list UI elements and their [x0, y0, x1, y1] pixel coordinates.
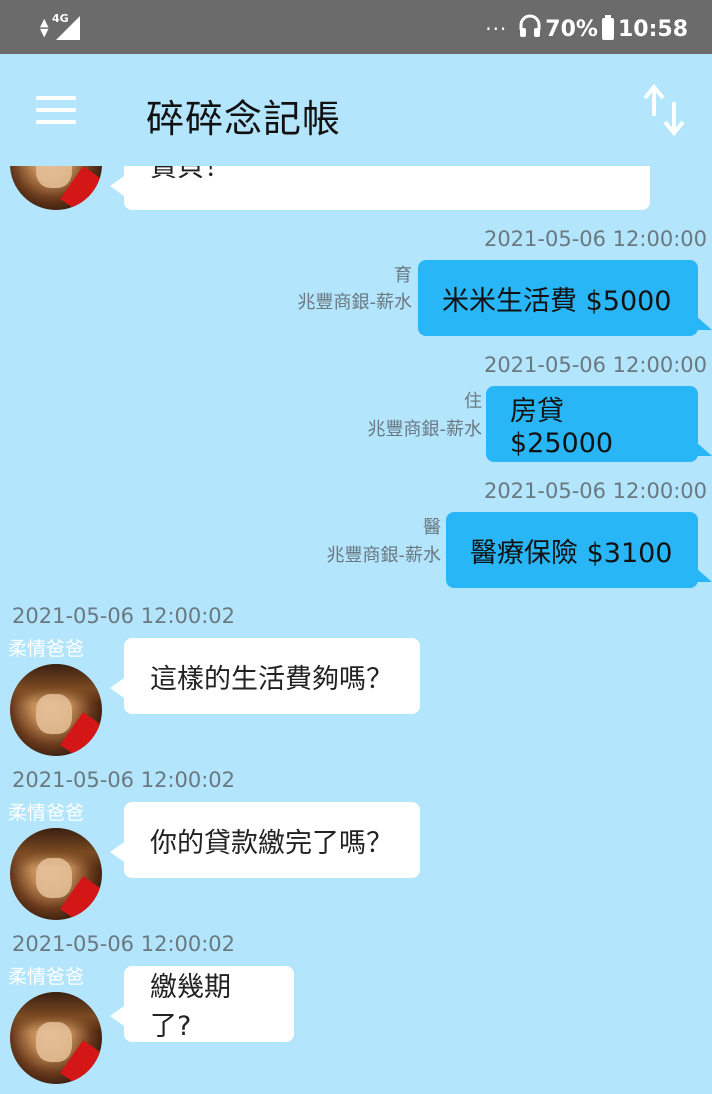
avatar[interactable]	[10, 166, 102, 210]
chat-list[interactable]: 貸貝！ 2021-05-06 12:00:00 育 兆豐商銀-薪水 米米生活費 …	[0, 166, 712, 1094]
sender-name: 柔情爸爸	[8, 966, 85, 988]
battery-icon	[601, 15, 614, 40]
message-category: 住	[464, 391, 482, 412]
clock: 10:58	[617, 16, 688, 42]
message-category: 醫	[423, 517, 441, 538]
app-bar: 碎碎念記帳	[0, 54, 712, 166]
message-timestamp: 2021-05-06 12:00:02	[12, 768, 236, 792]
message-category: 育	[394, 265, 412, 286]
message-timestamp: 2021-05-06 12:00:00	[483, 227, 707, 251]
sort-arrows-icon[interactable]	[642, 83, 686, 137]
message-bubble-incoming[interactable]: 你的貸款繳完了嗎？	[110, 802, 420, 878]
message-account: 兆豐商銀-薪水	[367, 419, 483, 440]
message-account: 兆豐商銀-薪水	[326, 545, 442, 566]
message-text: 貸貝！	[150, 166, 231, 183]
avatar[interactable]	[10, 992, 102, 1084]
status-bar: ▲ ▼ 4G ··· 70% 10:58	[0, 0, 712, 54]
message-timestamp: 2021-05-06 12:00:02	[12, 932, 236, 956]
network-type-label: 4G	[52, 12, 69, 25]
sender-name: 柔情爸爸	[8, 638, 85, 660]
message-text: 你的貸款繳完了嗎？	[150, 827, 393, 859]
headphones-icon	[519, 14, 541, 44]
message-timestamp: 2021-05-06 12:00:00	[483, 353, 707, 377]
message-bubble-outgoing[interactable]: 房貸 $25000	[486, 386, 712, 462]
message-timestamp: 2021-05-06 12:00:00	[483, 479, 707, 503]
sender-name: 柔情爸爸	[8, 802, 85, 824]
message-text: 房貸 $25000	[510, 396, 614, 459]
message-text: 醫療保險 $3100	[470, 537, 673, 569]
signal-icon: ▲ ▼ 4G	[40, 12, 82, 40]
avatar[interactable]	[10, 828, 102, 920]
more-notifications-icon: ···	[485, 17, 508, 41]
message-account: 兆豐商銀-薪水	[297, 292, 413, 313]
message-timestamp: 2021-05-06 12:00:02	[12, 604, 236, 628]
message-bubble-outgoing[interactable]: 醫療保險 $3100	[446, 512, 712, 588]
message-bubble-outgoing[interactable]: 米米生活費 $5000	[418, 260, 712, 336]
hamburger-menu-icon[interactable]	[36, 96, 76, 124]
avatar[interactable]	[10, 664, 102, 756]
message-text: 繳幾期了?	[150, 972, 231, 1042]
message-bubble-incoming[interactable]: 貸貝！	[110, 166, 650, 210]
battery-percent: 70%	[545, 16, 598, 42]
message-bubble-incoming[interactable]: 繳幾期了?	[110, 966, 294, 1042]
message-bubble-incoming[interactable]: 這樣的生活費夠嗎？	[110, 638, 420, 714]
page-title: 碎碎念記帳	[146, 97, 342, 141]
message-text: 這樣的生活費夠嗎？	[150, 663, 393, 695]
message-text: 米米生活費 $5000	[442, 285, 672, 317]
